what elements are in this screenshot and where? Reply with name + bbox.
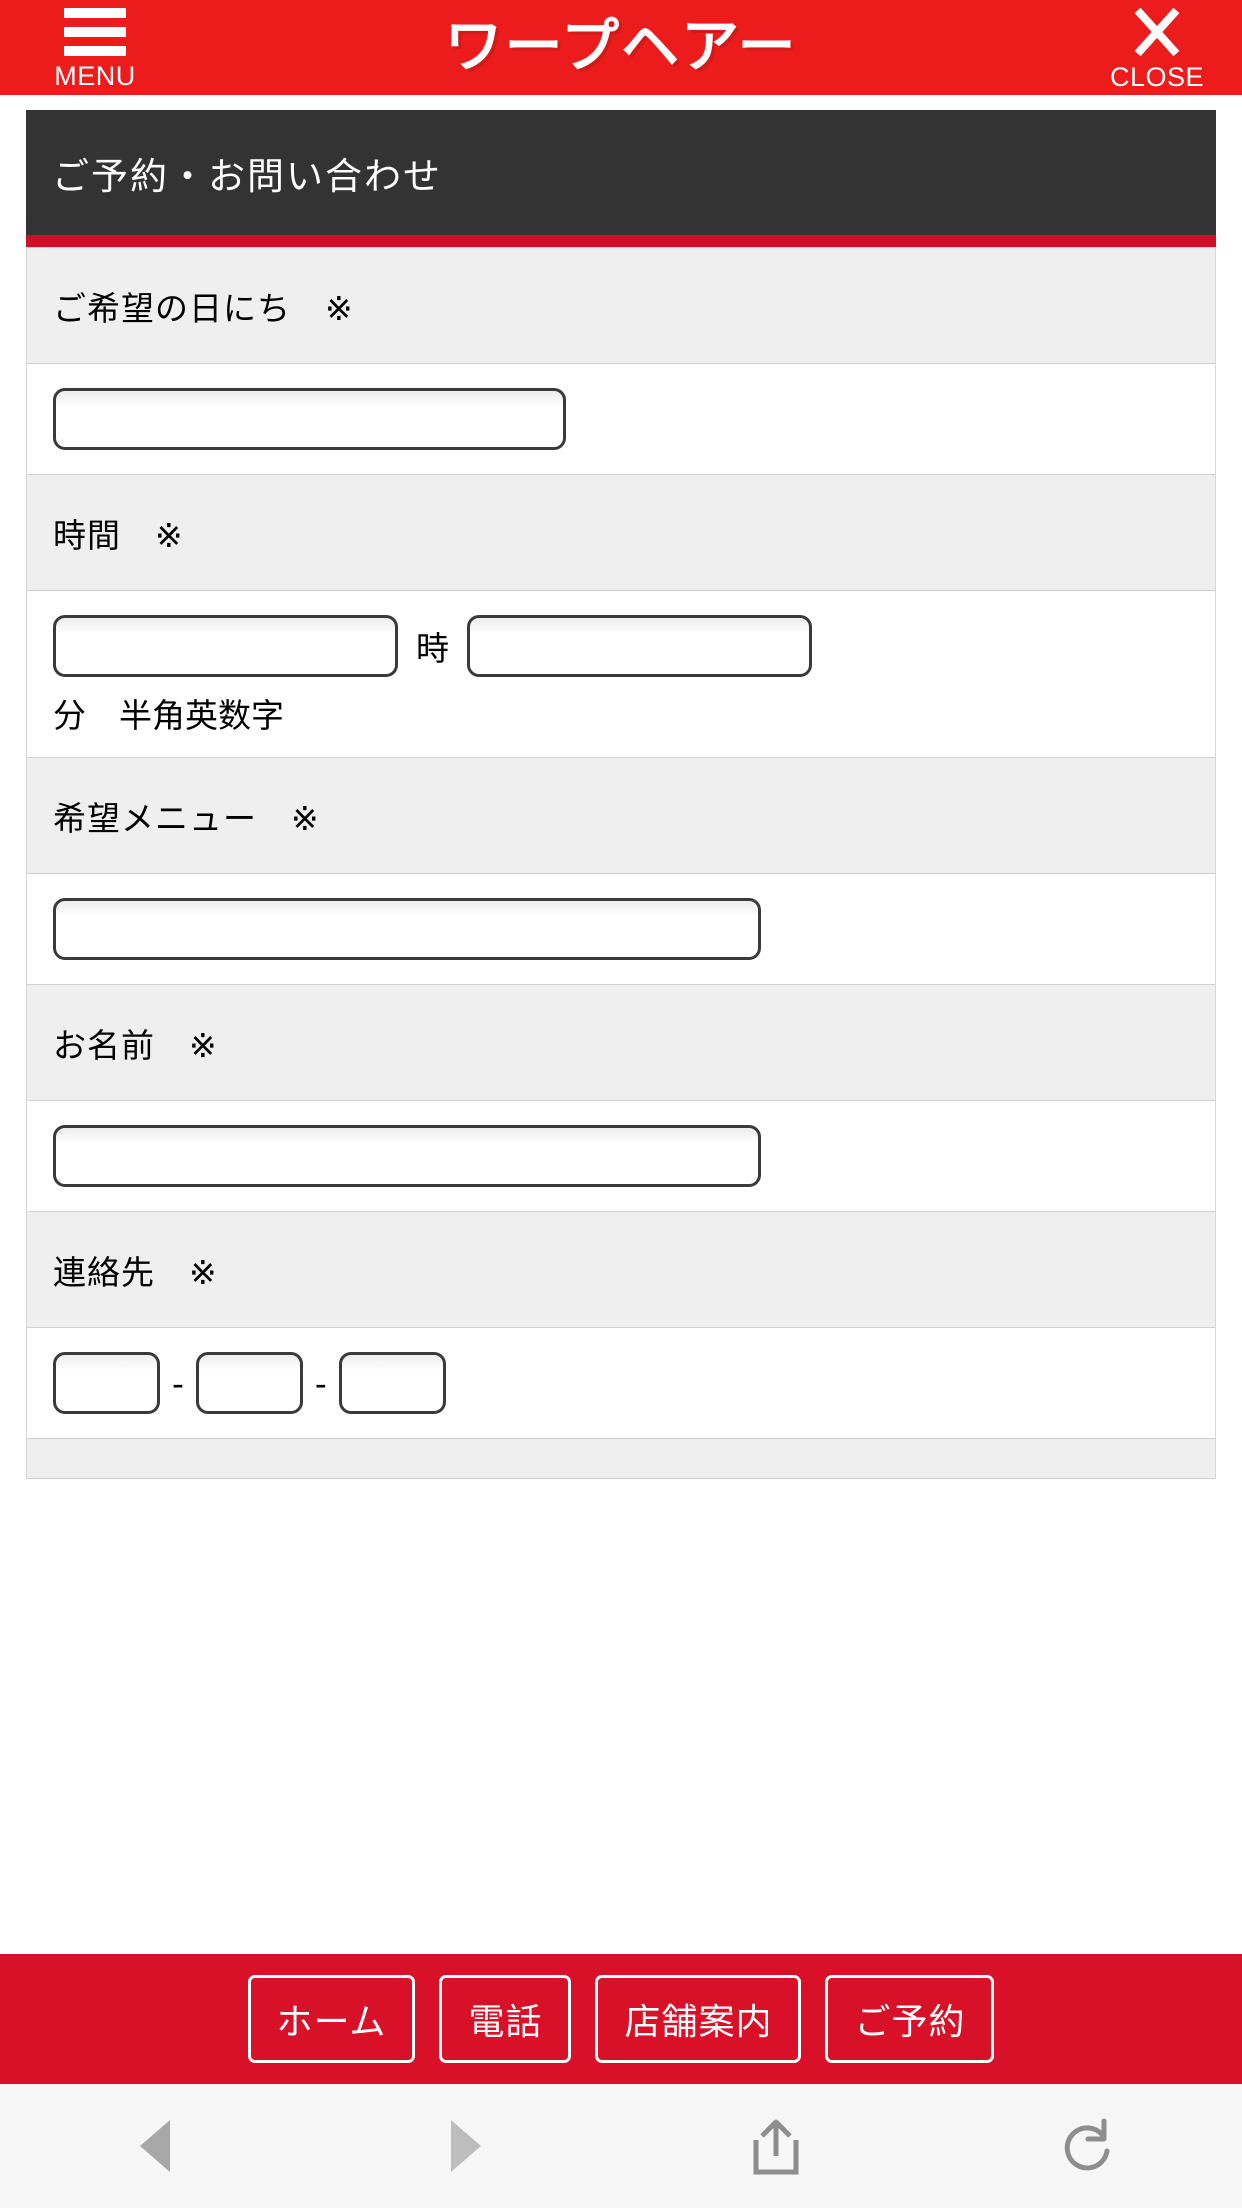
nav-button-phone[interactable]: 電話 — [439, 1975, 572, 2063]
time-input-group: 時 — [53, 615, 1189, 677]
tel-input-group: - - — [53, 1352, 1189, 1414]
reload-icon — [1064, 2118, 1110, 2171]
tel-separator-2: - — [314, 1363, 327, 1403]
field-row-contact: - - — [27, 1328, 1215, 1439]
hour-input[interactable] — [53, 615, 398, 677]
page-title: ご予約・お問い合わせ — [52, 154, 442, 198]
field-label-contact-text: 連絡先 ※ — [53, 1252, 218, 1292]
date-input[interactable] — [53, 388, 566, 450]
close-button-label: CLOSE — [1109, 62, 1204, 92]
browser-back-button[interactable] — [0, 2120, 311, 2172]
browser-reload-button[interactable] — [932, 2117, 1242, 2175]
page-title-bar: ご予約・お問い合わせ — [26, 110, 1216, 235]
reservation-form: ご希望の日にち ※ 時間 ※ 時 分 半角英数字 希望メニュー ※ お名前 ※ — [26, 247, 1216, 1479]
menu-button[interactable]: MENU — [40, 8, 150, 92]
triangle-right-icon — [450, 2120, 481, 2172]
field-label-name: お名前 ※ — [27, 985, 1215, 1101]
field-row-menu — [27, 874, 1215, 985]
hamburger-icon — [64, 8, 126, 56]
page-title-block: ご予約・お問い合わせ — [26, 110, 1216, 247]
field-label-menu-text: 希望メニュー ※ — [53, 798, 320, 838]
minute-note-label: 分 半角英数字 — [53, 696, 284, 735]
field-row-next-partial — [27, 1439, 1215, 1479]
field-label-date-text: ご希望の日にち ※ — [53, 288, 354, 328]
tel-separator-1: - — [172, 1363, 184, 1403]
name-input[interactable] — [53, 1125, 761, 1187]
field-label-name-text: お名前 ※ — [53, 1025, 218, 1065]
field-row-time: 時 分 半角英数字 — [27, 591, 1215, 758]
tel-part2-input[interactable] — [195, 1352, 303, 1414]
menu-input[interactable] — [53, 898, 761, 960]
close-icon — [1130, 6, 1184, 58]
page-title-accent-bar — [26, 235, 1216, 247]
browser-forward-button[interactable] — [311, 2120, 622, 2172]
field-label-time: 時間 ※ — [27, 475, 1215, 591]
field-row-date — [27, 364, 1215, 475]
share-icon — [753, 2119, 799, 2175]
menu-button-label: MENU — [54, 61, 136, 91]
field-label-menu: 希望メニュー ※ — [27, 758, 1215, 874]
close-button[interactable]: CLOSE — [1110, 6, 1204, 93]
field-label-time-text: 時間 ※ — [53, 515, 184, 555]
tel-part1-input[interactable] — [53, 1352, 160, 1414]
nav-button-home[interactable]: ホーム — [247, 1975, 416, 2063]
app-screen: MENU ワープヘアー CLOSE ご予約・お問い合わせ ご希望の日にち ※ 時… — [0, 0, 1242, 2208]
field-row-name — [27, 1101, 1215, 1212]
site-header: MENU ワープヘアー CLOSE — [0, 0, 1242, 95]
tel-part3-input[interactable] — [338, 1352, 446, 1414]
nav-button-reservation[interactable]: ご予約 — [825, 1975, 995, 2063]
site-logo[interactable]: ワープヘアー — [444, 17, 797, 75]
browser-share-button[interactable] — [621, 2116, 932, 2176]
field-label-contact: 連絡先 ※ — [27, 1212, 1215, 1328]
browser-toolbar — [0, 2084, 1242, 2208]
triangle-left-icon — [140, 2120, 171, 2172]
field-label-date: ご希望の日にち ※ — [27, 248, 1215, 364]
nav-button-shop-info[interactable]: 店舗案内 — [595, 1975, 802, 2063]
bottom-navigation-bar: ホーム 電話 店舗案内 ご予約 — [0, 1954, 1242, 2084]
minute-input[interactable] — [467, 615, 812, 677]
hour-unit-label: 時 — [416, 629, 449, 668]
